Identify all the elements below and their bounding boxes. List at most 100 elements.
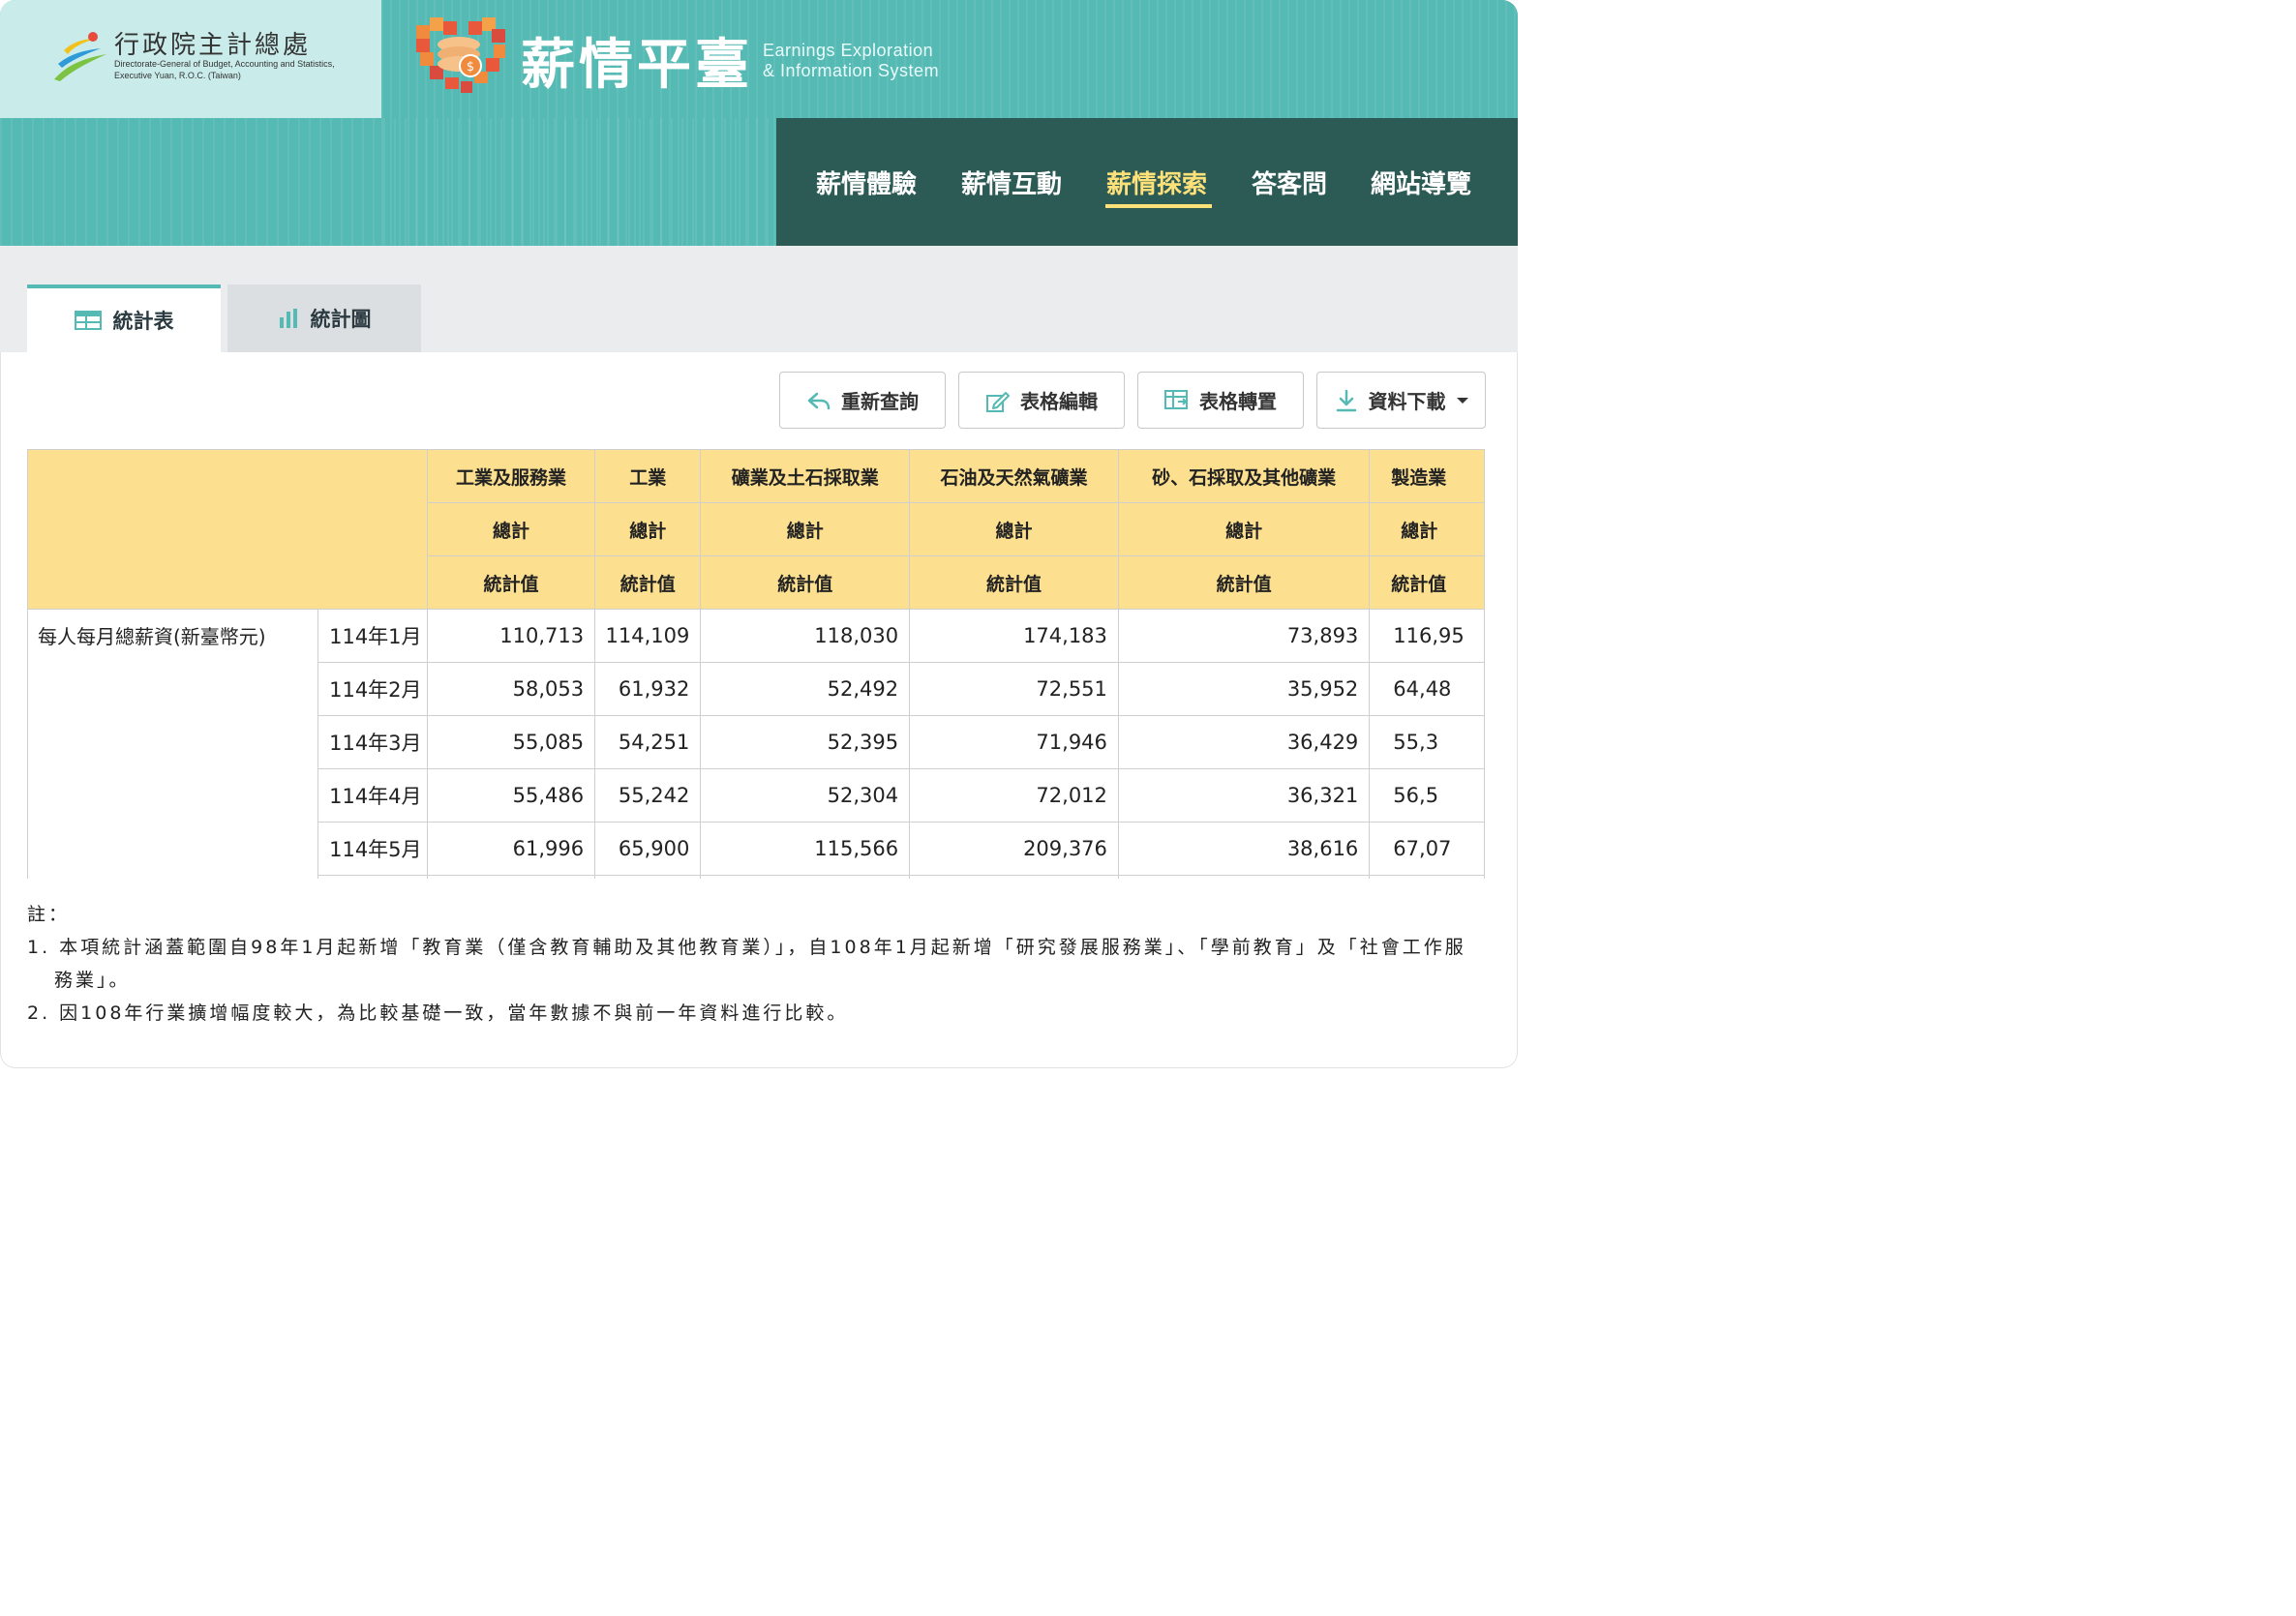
tab-statistics-chart[interactable]: 統計圖 <box>227 284 421 352</box>
note-item: 2. 因108年行業擴增幅度較大，為比較基礎一致，當年數據不與前一年資料進行比較… <box>27 1003 849 1024</box>
value-cell: 72,012 <box>909 768 1119 823</box>
column-header-industry[interactable]: 礦業及土石採取業 <box>700 449 911 503</box>
value-cell: 118,030 <box>700 609 911 663</box>
value-cell: 64,48 <box>1369 662 1485 716</box>
row-group-header: 每人每月總薪資(新臺幣元) <box>27 609 319 879</box>
column-header-industry[interactable]: 工業及服務業 <box>426 449 596 503</box>
column-header-subcategory: 總計 <box>594 502 702 556</box>
column-header-industry[interactable]: 砂、石採取及其他礦業 <box>1117 449 1371 503</box>
column-header-subcategory: 總計 <box>909 502 1119 556</box>
partial-cell <box>1369 875 1485 879</box>
app-window: 行政院主計總處 Directorate-General of Budget, A… <box>0 0 1518 1068</box>
value-cell: 36,321 <box>1117 768 1371 823</box>
edit-label: 表格編輯 <box>1020 390 1098 413</box>
svg-text:$: $ <box>467 60 474 75</box>
value-cell: 52,492 <box>700 662 911 716</box>
value-cell: 61,932 <box>594 662 702 716</box>
bar-chart-icon <box>279 309 297 328</box>
value-cell: 55,085 <box>426 715 596 769</box>
value-cell: 209,376 <box>909 822 1119 876</box>
period-cell: 114年2月 <box>317 662 428 716</box>
period-cell: 114年1月 <box>317 609 428 663</box>
partial-cell <box>426 875 596 879</box>
value-cell: 65,900 <box>594 822 702 876</box>
value-cell: 115,566 <box>700 822 911 876</box>
tab-label: 統計圖 <box>310 308 372 331</box>
tab-label: 統計表 <box>112 310 174 333</box>
site-english-title: Earnings Exploration & Information Syste… <box>763 41 939 81</box>
site-en-line2: & Information System <box>763 61 940 80</box>
column-header-industry[interactable]: 製造業 <box>1369 449 1485 503</box>
statistics-table-container[interactable]: 工業及服務業 工業 礦業及土石採取業 石油及天然氣礦業 砂、石採取及其他礦業 製… <box>27 449 1485 879</box>
period-cell: 114年5月 <box>317 822 428 876</box>
column-header-stat: 統計值 <box>909 555 1119 610</box>
site-en-line1: Earnings Exploration <box>763 41 934 60</box>
table-icon <box>74 311 102 330</box>
partial-cell <box>1117 875 1371 879</box>
nav-item-faq[interactable]: 答客問 <box>1252 165 1327 200</box>
value-cell: 67,07 <box>1369 822 1485 876</box>
transpose-label: 表格轉置 <box>1199 390 1277 413</box>
dgbas-logo-area[interactable]: 行政院主計總處 Directorate-General of Budget, A… <box>0 0 381 118</box>
column-header-industry[interactable]: 石油及天然氣礦業 <box>909 449 1119 503</box>
partial-cell <box>317 875 428 879</box>
download-button[interactable]: 資料下載 <box>1316 372 1486 429</box>
nav-item-experience[interactable]: 薪情體驗 <box>816 165 917 200</box>
value-cell: 54,251 <box>594 715 702 769</box>
undo-arrow-icon <box>807 392 831 409</box>
period-cell: 114年3月 <box>317 715 428 769</box>
tab-statistics-table[interactable]: 統計表 <box>27 284 221 352</box>
value-cell: 110,713 <box>426 609 596 663</box>
column-header-industry[interactable]: 工業 <box>594 449 702 503</box>
value-cell: 52,304 <box>700 768 911 823</box>
partial-cell <box>909 875 1119 879</box>
nav-active-underline <box>1105 204 1212 208</box>
value-cell: 58,053 <box>426 662 596 716</box>
statistics-table: 工業及服務業 工業 礦業及土石採取業 石油及天然氣礦業 砂、石採取及其他礦業 製… <box>27 449 1485 879</box>
column-header-subcategory: 總計 <box>1369 502 1485 556</box>
heart-coin-logo-icon[interactable]: $ <box>416 17 505 95</box>
value-cell: 174,183 <box>909 609 1119 663</box>
column-header-stat: 統計值 <box>700 555 911 610</box>
edit-pencil-icon <box>986 391 1010 412</box>
value-cell: 114,109 <box>594 609 702 663</box>
partial-cell <box>594 875 702 879</box>
column-header-stat: 統計值 <box>594 555 702 610</box>
org-subtitle: Directorate-General of Budget, Accountin… <box>114 59 335 80</box>
value-cell: 71,946 <box>909 715 1119 769</box>
org-name: 行政院主計總處 <box>114 31 312 60</box>
table-transpose-button[interactable]: 表格轉置 <box>1137 372 1304 429</box>
value-cell: 61,996 <box>426 822 596 876</box>
value-cell: 72,551 <box>909 662 1119 716</box>
value-cell: 36,429 <box>1117 715 1371 769</box>
value-cell: 52,395 <box>700 715 911 769</box>
note-item: 1. 本項統計涵蓋範圍自98年1月起新增「教育業（僅含教育輔助及其他教育業）」，… <box>27 937 1466 991</box>
dgbas-logo-icon <box>54 32 106 81</box>
value-cell: 73,893 <box>1117 609 1371 663</box>
value-cell: 55,242 <box>594 768 702 823</box>
column-header-subcategory: 總計 <box>426 502 596 556</box>
header-decoration-lower <box>0 118 776 246</box>
column-header-stat: 統計值 <box>1117 555 1371 610</box>
nav-item-interaction[interactable]: 薪情互動 <box>961 165 1062 200</box>
requery-button[interactable]: 重新查詢 <box>779 372 946 429</box>
value-cell: 55,3 <box>1369 715 1485 769</box>
site-title: 薪情平臺 <box>521 34 753 97</box>
nav-item-exploration[interactable]: 薪情探索 <box>1106 165 1207 200</box>
download-label: 資料下載 <box>1368 390 1446 413</box>
table-notes: 註： 1. 本項統計涵蓋範圍自98年1月起新增「教育業（僅含教育輔助及其他教育業… <box>27 898 1479 1030</box>
column-header-stat: 統計值 <box>426 555 596 610</box>
nav-item-sitemap[interactable]: 網站導覽 <box>1371 165 1471 200</box>
transpose-icon <box>1164 389 1188 409</box>
table-edit-button[interactable]: 表格編輯 <box>958 372 1125 429</box>
table-row: 每人每月總薪資(新臺幣元) 114年1月 110,713 114,109 118… <box>27 609 1485 879</box>
value-cell: 116,95 <box>1369 609 1485 663</box>
column-header-stat: 統計值 <box>1369 555 1485 610</box>
column-header-subcategory: 總計 <box>1117 502 1371 556</box>
value-cell: 38,616 <box>1117 822 1371 876</box>
value-cell: 56,5 <box>1369 768 1485 823</box>
site-header: 行政院主計總處 Directorate-General of Budget, A… <box>0 0 1518 246</box>
requery-label: 重新查詢 <box>841 390 919 413</box>
value-cell: 35,952 <box>1117 662 1371 716</box>
value-cell: 55,486 <box>426 768 596 823</box>
